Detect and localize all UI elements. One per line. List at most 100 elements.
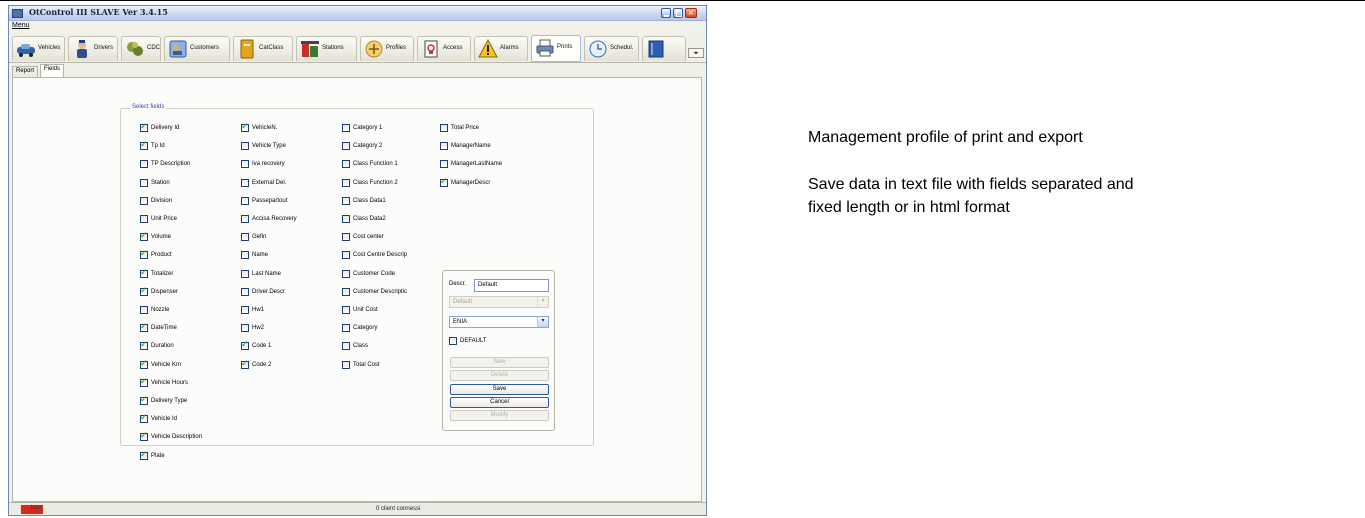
- checkbox[interactable]: ✓: [140, 377, 148, 387]
- subtab-fields[interactable]: Fields: [40, 64, 65, 77]
- checkbox[interactable]: [342, 306, 350, 314]
- maximize-button[interactable]: [673, 8, 683, 18]
- checkbox[interactable]: [241, 288, 249, 296]
- checkbox[interactable]: ✓: [140, 286, 148, 296]
- checkbox[interactable]: [241, 160, 249, 168]
- app-icon: [12, 9, 23, 18]
- checkbox[interactable]: [342, 124, 350, 132]
- field-label: Vehicle Id: [151, 416, 178, 422]
- subtab-report[interactable]: Report: [12, 66, 39, 77]
- checkbox[interactable]: ✓: [140, 140, 148, 150]
- check-icon: ✓: [140, 431, 148, 441]
- checkbox[interactable]: [241, 251, 249, 259]
- checkbox[interactable]: ✓: [140, 249, 148, 259]
- checkbox[interactable]: [241, 306, 249, 314]
- stations-icon: [301, 41, 319, 57]
- checkbox[interactable]: ✓: [440, 177, 448, 187]
- checkbox[interactable]: [241, 270, 249, 278]
- descr-input[interactable]: Default: [474, 279, 549, 292]
- cancel-button[interactable]: Cancel: [450, 397, 549, 408]
- checkbox[interactable]: [140, 306, 148, 314]
- checkbox[interactable]: [241, 324, 249, 332]
- tab-profiles[interactable]: Profiles: [360, 36, 414, 61]
- checkbox[interactable]: ✓: [241, 359, 249, 369]
- checkbox[interactable]: [140, 215, 148, 223]
- checkbox[interactable]: [440, 160, 448, 168]
- tab-alarms[interactable]: Alarms: [474, 36, 528, 61]
- checkbox[interactable]: ✓: [140, 431, 148, 441]
- checkbox[interactable]: [342, 251, 350, 259]
- checkbox[interactable]: [342, 215, 350, 223]
- checkbox[interactable]: ✓: [241, 340, 249, 350]
- description-line-1: Management profile of print and export: [808, 129, 1083, 146]
- checkbox[interactable]: [342, 233, 350, 241]
- field-label: ManagerLastName: [451, 161, 503, 167]
- check-icon: ✓: [241, 122, 249, 132]
- tab-catclass[interactable]: CatClass: [233, 36, 293, 61]
- checkbox[interactable]: [342, 197, 350, 205]
- checkbox[interactable]: [449, 337, 457, 345]
- checkbox[interactable]: ✓: [140, 231, 148, 241]
- checkbox[interactable]: ✓: [241, 122, 249, 132]
- field-label: Product: [151, 252, 172, 258]
- checkbox[interactable]: [140, 197, 148, 205]
- menu-menu[interactable]: Menu: [12, 22, 30, 29]
- default-checkbox-label: DEFAULT: [460, 338, 487, 344]
- tab-more[interactable]: [642, 36, 686, 61]
- checkbox[interactable]: [241, 179, 249, 187]
- tab-drivers[interactable]: Drivers: [68, 36, 118, 61]
- tab-access[interactable]: Access: [417, 36, 471, 61]
- status-bar: tron 0 client connessi: [9, 502, 706, 515]
- checkbox[interactable]: ✓: [140, 268, 148, 278]
- tab-scroll-arrows[interactable]: ◂▸: [688, 48, 704, 58]
- checkbox[interactable]: [342, 142, 350, 150]
- catclass-icon: [240, 39, 254, 59]
- modify-button[interactable]: Modify: [450, 410, 549, 421]
- checkbox[interactable]: [342, 361, 350, 369]
- checkbox[interactable]: [440, 124, 448, 132]
- minimize-button[interactable]: [661, 8, 671, 18]
- tab-stations[interactable]: Stations: [296, 36, 357, 61]
- tab-customers[interactable]: Customers: [164, 36, 230, 61]
- profile-select[interactable]: Default ▾: [449, 296, 549, 308]
- checkbox[interactable]: [241, 233, 249, 241]
- tab-schedul[interactable]: Schedul.: [584, 36, 639, 61]
- field-label: Code 1: [252, 343, 272, 349]
- checkbox[interactable]: ✓: [140, 359, 148, 369]
- checkbox[interactable]: [140, 179, 148, 187]
- title-bar[interactable]: OtControl III SLAVE Ver 3.4.15 ×: [9, 6, 706, 21]
- checkbox[interactable]: [342, 179, 350, 187]
- checkbox[interactable]: [241, 215, 249, 223]
- checkbox[interactable]: [342, 270, 350, 278]
- save-button[interactable]: Save: [450, 384, 549, 395]
- checkbox[interactable]: ✓: [140, 413, 148, 423]
- checkbox[interactable]: [241, 142, 249, 150]
- field-label: Class Data2: [353, 216, 386, 222]
- checkbox[interactable]: ✓: [140, 122, 148, 132]
- delete-button[interactable]: Delete: [450, 370, 549, 381]
- checkbox[interactable]: [140, 160, 148, 168]
- tab-label: Profiles: [386, 45, 407, 51]
- company-select[interactable]: ENIA ▾: [449, 316, 549, 328]
- checkbox[interactable]: [342, 160, 350, 168]
- cdc-icon: [127, 42, 143, 56]
- close-button[interactable]: ×: [685, 8, 697, 18]
- alarm-icon: [478, 39, 498, 58]
- checkbox[interactable]: [440, 142, 448, 150]
- checkbox[interactable]: [342, 324, 350, 332]
- checkbox[interactable]: [241, 197, 249, 205]
- tab-cdc[interactable]: CDC: [121, 36, 161, 61]
- field-label: Passepartout: [252, 198, 288, 204]
- checkbox[interactable]: [342, 342, 350, 350]
- field-label: Iva recovery: [252, 161, 285, 167]
- checkbox[interactable]: ✓: [140, 395, 148, 405]
- checkbox[interactable]: ✓: [140, 450, 148, 460]
- checkbox[interactable]: ✓: [140, 340, 148, 350]
- tab-vehicles[interactable]: Vehicles: [12, 36, 65, 61]
- checkbox[interactable]: ✓: [140, 322, 148, 332]
- checkbox[interactable]: [342, 288, 350, 296]
- tab-prints[interactable]: Prints: [531, 35, 581, 62]
- profile-select-value: Default: [453, 299, 473, 305]
- new-button[interactable]: New: [450, 357, 549, 368]
- field-label: Code 2: [252, 362, 272, 368]
